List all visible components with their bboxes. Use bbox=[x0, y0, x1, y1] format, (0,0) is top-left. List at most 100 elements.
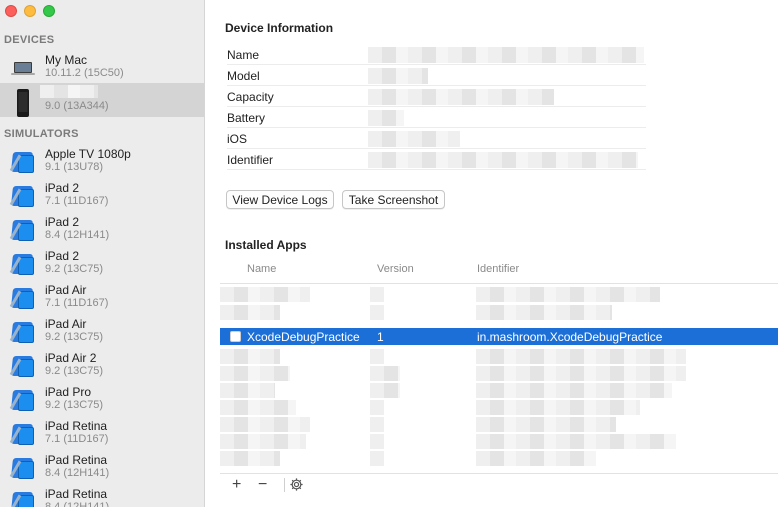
column-header-version[interactable]: Version bbox=[377, 263, 414, 275]
simulator-name: iPad Air bbox=[45, 283, 87, 297]
simulator-icon bbox=[9, 388, 36, 412]
simulator-version: 7.1 (11D167) bbox=[45, 297, 109, 309]
simulator-version: 7.1 (11D167) bbox=[45, 195, 109, 207]
simulator-version: 9.2 (13C75) bbox=[45, 399, 104, 411]
redacted-cell bbox=[220, 400, 296, 415]
device-name: My Mac bbox=[45, 53, 87, 67]
redacted-cell bbox=[476, 400, 640, 415]
redacted-cell bbox=[220, 383, 275, 398]
redacted-cell bbox=[476, 287, 660, 302]
sidebar-item-simulator[interactable]: iPad Retina 7.1 (11D167) bbox=[0, 416, 204, 450]
sidebar-item-simulator[interactable]: iPad 2 9.2 (13C75) bbox=[0, 246, 204, 280]
table-row[interactable] bbox=[220, 433, 778, 450]
column-header-name[interactable]: Name bbox=[247, 263, 276, 275]
table-row[interactable] bbox=[220, 304, 778, 321]
redacted-cell bbox=[370, 417, 384, 432]
redacted-value bbox=[368, 89, 554, 105]
redacted-cell bbox=[370, 400, 384, 415]
info-label: Name bbox=[227, 48, 260, 62]
column-header-identifier[interactable]: Identifier bbox=[477, 263, 519, 275]
installed-apps-table: XcodeDebugPractice 1 in.mashroom.XcodeDe… bbox=[220, 283, 778, 473]
sidebar: DEVICES My Mac 10.11.2 (15C50) 9.0 (13A3… bbox=[0, 0, 205, 507]
simulator-name: iPad Retina bbox=[45, 419, 108, 433]
redacted-cell bbox=[370, 287, 384, 302]
redacted-cell bbox=[220, 417, 310, 432]
simulator-name: iPad 2 bbox=[45, 249, 80, 263]
simulator-icon bbox=[9, 320, 36, 344]
sidebar-item-iphone[interactable]: 9.0 (13A344) bbox=[0, 83, 204, 117]
simulator-name: iPad 2 bbox=[45, 215, 80, 229]
info-row-battery: Battery bbox=[227, 107, 646, 128]
redacted-value bbox=[368, 152, 638, 168]
apps-toolbar: + − bbox=[220, 473, 778, 495]
simulator-icon bbox=[9, 354, 36, 378]
redacted-value bbox=[368, 110, 404, 126]
info-label: iOS bbox=[227, 132, 248, 146]
simulator-version: 8.4 (12H141) bbox=[45, 229, 110, 241]
table-row[interactable] bbox=[220, 348, 778, 365]
sidebar-item-simulator[interactable]: iPad Pro 9.2 (13C75) bbox=[0, 382, 204, 416]
device-version: 9.0 (13A344) bbox=[45, 100, 109, 112]
window-controls bbox=[5, 5, 55, 17]
table-row[interactable] bbox=[220, 416, 778, 433]
sidebar-item-simulator[interactable]: Apple TV 1080p 9.1 (13U78) bbox=[0, 144, 204, 178]
redacted-cell bbox=[220, 451, 280, 466]
info-label: Battery bbox=[227, 111, 266, 125]
app-identifier: in.mashroom.XcodeDebugPractice bbox=[477, 330, 663, 344]
simulator-icon bbox=[9, 490, 36, 507]
info-row-identifier: Identifier bbox=[227, 149, 646, 170]
table-row[interactable] bbox=[220, 286, 778, 303]
redacted-cell bbox=[220, 366, 290, 381]
simulator-version: 7.1 (11D167) bbox=[45, 433, 109, 445]
view-device-logs-button[interactable]: View Device Logs bbox=[226, 190, 334, 209]
simulator-icon bbox=[9, 456, 36, 480]
toolbar-divider bbox=[284, 478, 285, 492]
redacted-cell bbox=[220, 287, 310, 302]
info-label: Capacity bbox=[227, 90, 274, 104]
table-row-selected[interactable]: XcodeDebugPractice 1 in.mashroom.XcodeDe… bbox=[220, 328, 778, 345]
table-row[interactable] bbox=[220, 365, 778, 382]
redacted-cell bbox=[370, 383, 400, 398]
simulator-name: iPad Air bbox=[45, 317, 87, 331]
redacted-cell bbox=[370, 366, 400, 381]
simulator-name: Apple TV 1080p bbox=[45, 147, 131, 161]
simulator-icon bbox=[9, 218, 36, 242]
add-app-button[interactable]: + bbox=[232, 476, 241, 494]
simulator-name: iPad 2 bbox=[45, 181, 80, 195]
installed-apps-title: Installed Apps bbox=[225, 238, 307, 252]
redacted-cell bbox=[476, 451, 596, 466]
laptop-icon bbox=[10, 56, 36, 78]
table-row[interactable] bbox=[220, 382, 778, 399]
simulator-version: 8.4 (12H141) bbox=[45, 467, 110, 479]
redacted-cell bbox=[370, 434, 384, 449]
app-version: 1 bbox=[377, 330, 384, 344]
redacted-cell bbox=[370, 305, 384, 320]
table-row[interactable] bbox=[220, 399, 778, 416]
simulator-version: 9.2 (13C75) bbox=[45, 263, 104, 275]
redacted-cell bbox=[476, 434, 676, 449]
remove-app-button[interactable]: − bbox=[258, 476, 267, 494]
table-row[interactable] bbox=[220, 450, 778, 467]
sidebar-item-simulator[interactable]: iPad Air 2 9.2 (13C75) bbox=[0, 348, 204, 382]
sidebar-item-simulator[interactable]: iPad 2 8.4 (12H141) bbox=[0, 212, 204, 246]
close-window-button[interactable] bbox=[5, 5, 17, 17]
sidebar-item-simulator[interactable]: iPad Air 9.2 (13C75) bbox=[0, 314, 204, 348]
redacted-value bbox=[368, 131, 460, 147]
sidebar-item-my-mac[interactable]: My Mac 10.11.2 (15C50) bbox=[0, 50, 204, 84]
gear-icon[interactable] bbox=[289, 477, 304, 497]
info-row-model: Model bbox=[227, 65, 646, 86]
sidebar-item-simulator[interactable]: iPad Retina 8.4 (12H141) bbox=[0, 484, 204, 507]
redacted-cell bbox=[476, 383, 672, 398]
sidebar-item-simulator[interactable]: iPad Air 7.1 (11D167) bbox=[0, 280, 204, 314]
zoom-window-button[interactable] bbox=[43, 5, 55, 17]
sidebar-item-simulator[interactable]: iPad Retina 8.4 (12H141) bbox=[0, 450, 204, 484]
info-label: Model bbox=[227, 69, 260, 83]
minimize-window-button[interactable] bbox=[24, 5, 36, 17]
take-screenshot-button[interactable]: Take Screenshot bbox=[342, 190, 445, 209]
simulator-version: 9.1 (13U78) bbox=[45, 161, 104, 173]
simulator-name: iPad Air 2 bbox=[45, 351, 97, 365]
redacted-cell bbox=[220, 305, 280, 320]
sidebar-item-simulator[interactable]: iPad 2 7.1 (11D167) bbox=[0, 178, 204, 212]
device-info-title: Device Information bbox=[225, 21, 334, 35]
redacted-cell bbox=[476, 349, 686, 364]
